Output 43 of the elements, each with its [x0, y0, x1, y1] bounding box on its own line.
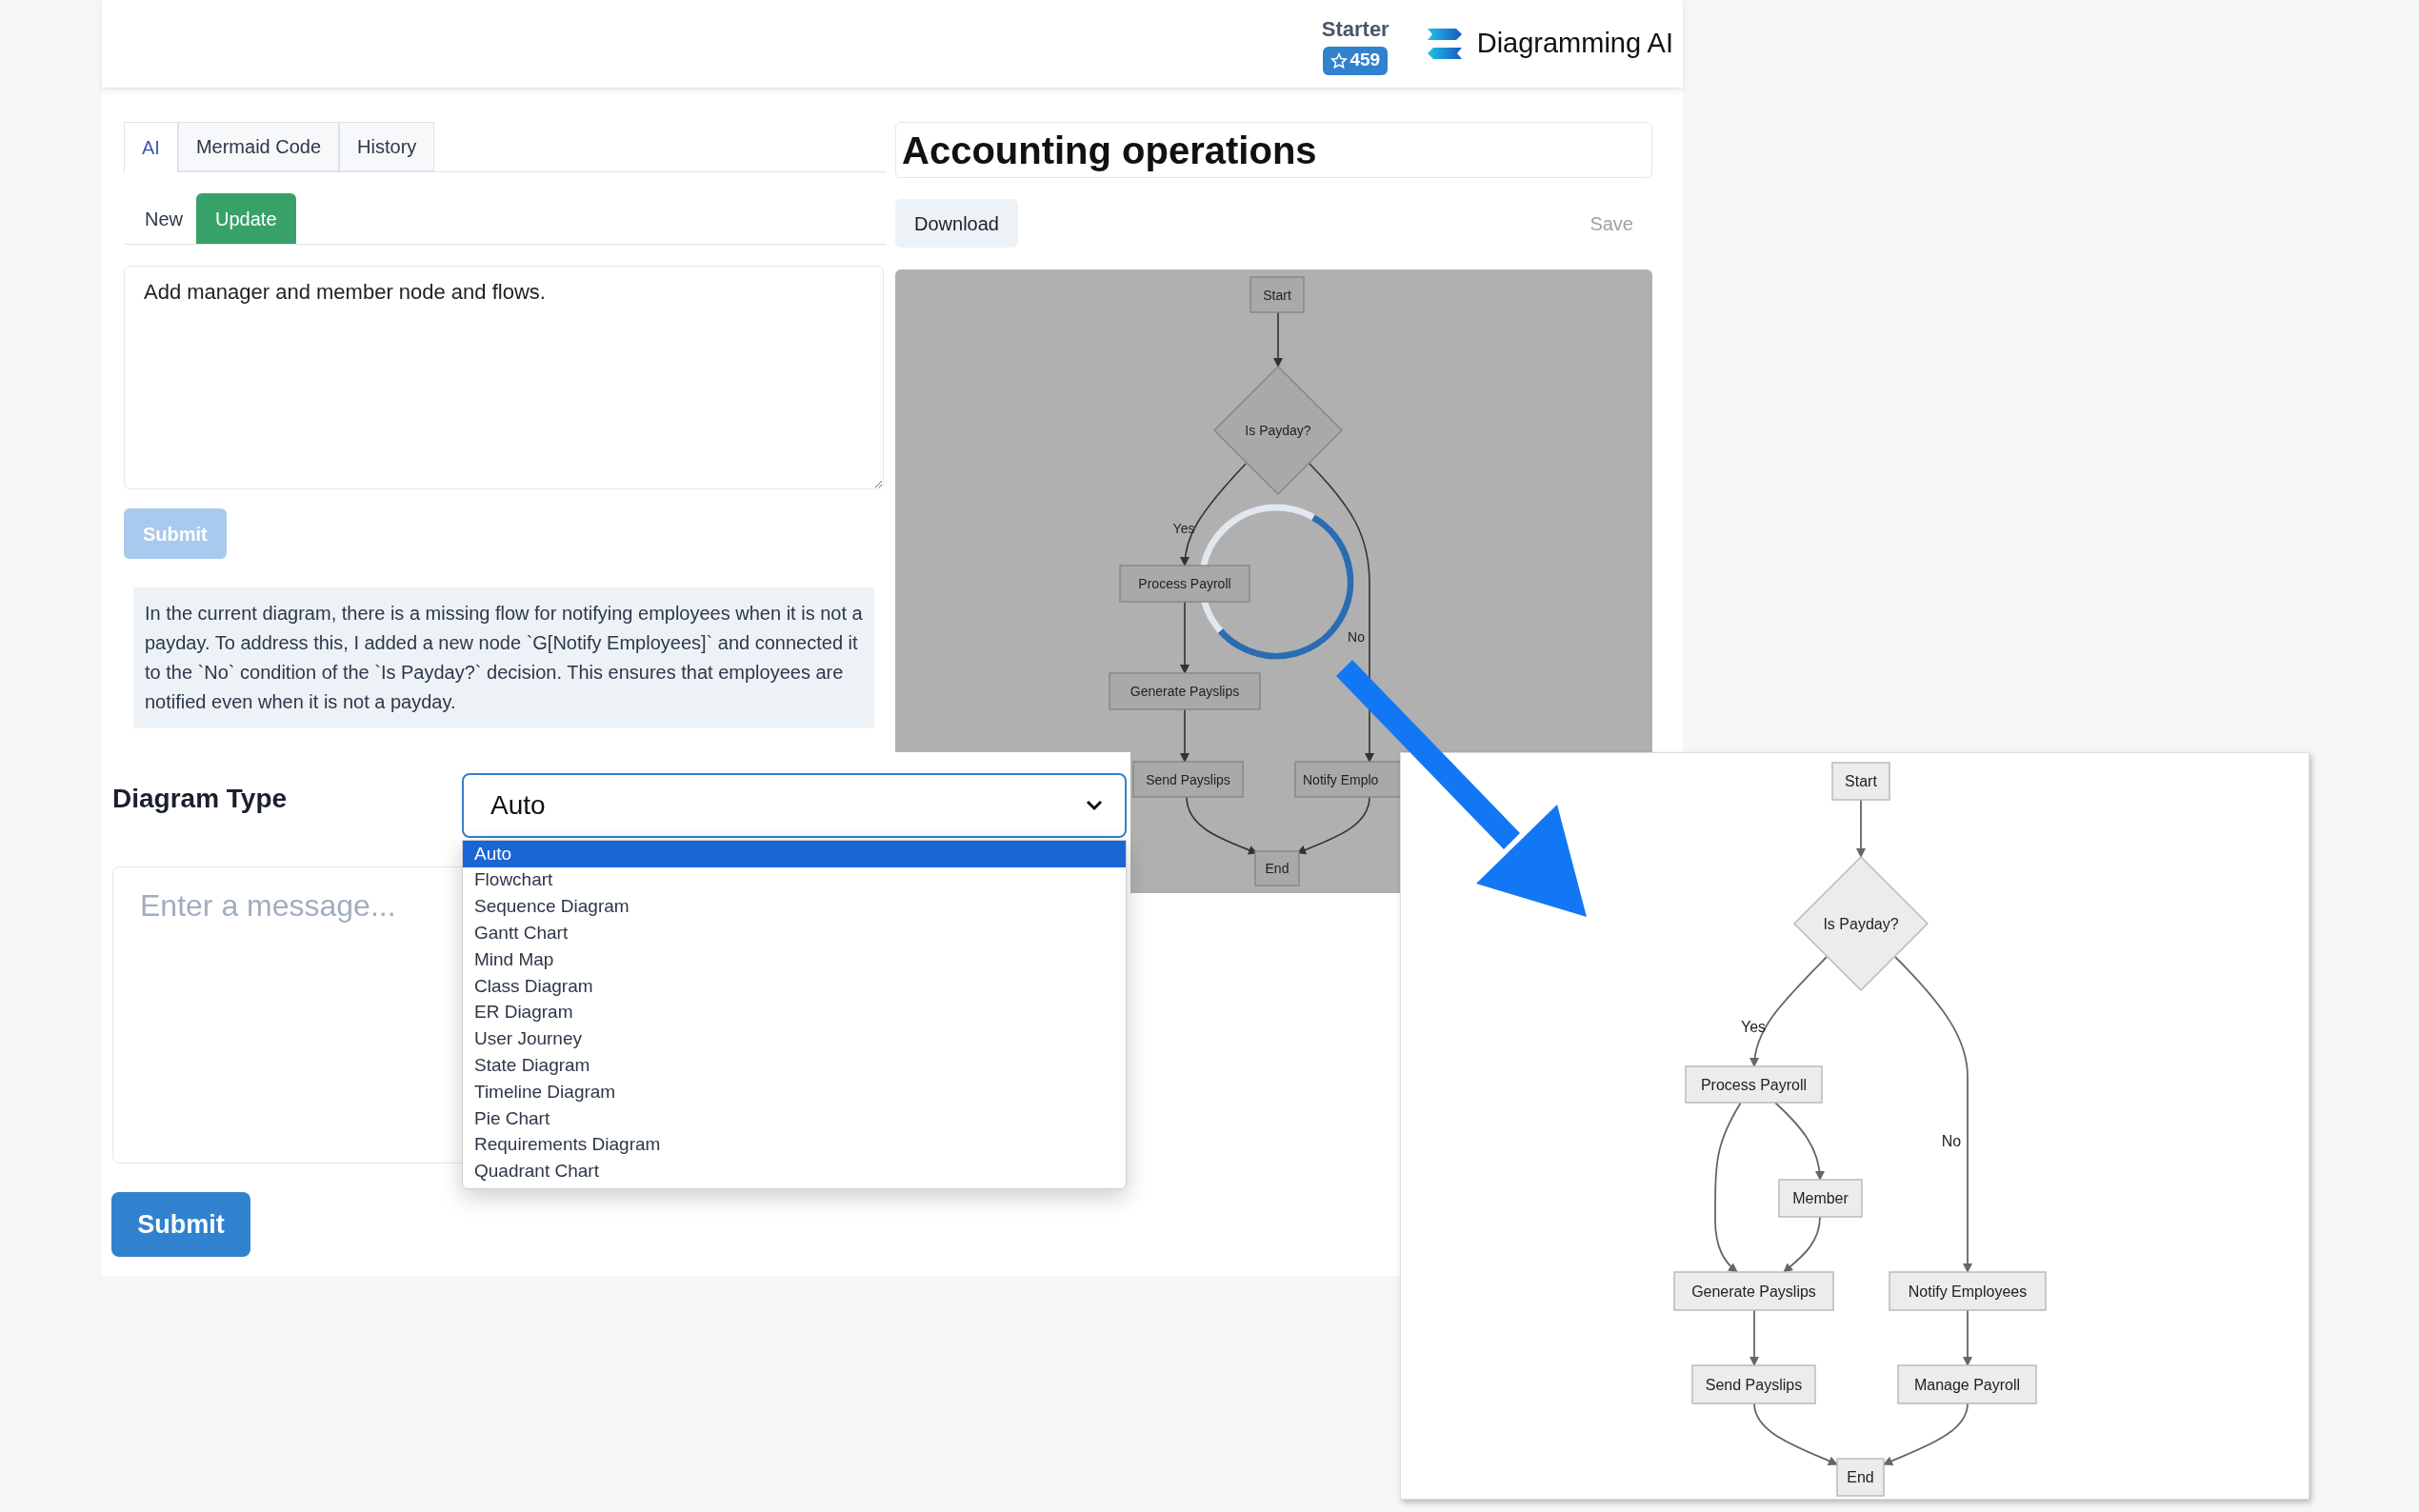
tab[interactable]: Mermaid Code [177, 122, 340, 171]
dropdown-option[interactable]: Auto [463, 841, 1126, 867]
edge-label: No [1348, 629, 1365, 645]
logo-icon [1425, 26, 1464, 62]
terminal-node: Start [1831, 762, 1890, 801]
edge-label: Yes [1740, 1018, 1767, 1035]
terminal-node: Start [1249, 276, 1305, 313]
diagram-type-select[interactable]: Auto [462, 773, 1127, 838]
process-node: Member [1778, 1179, 1863, 1218]
diagram-type-label: Diagram Type [112, 784, 288, 813]
process-node: Generate Payslips [1109, 672, 1261, 710]
decision-node: Is Payday? [1792, 855, 1929, 992]
mode-tab[interactable]: New [131, 193, 196, 244]
decision-node: Is Payday? [1212, 365, 1344, 496]
edge-label: No [1941, 1132, 1962, 1149]
process-node: Process Payroll [1119, 565, 1250, 603]
process-node: Send Payslips [1691, 1364, 1816, 1404]
explanation-text: In the current diagram, there is a missing flow for notifying employees when it is not a payday. To address this, I added a new node `G[Notify Employees]` and connected it to the `No` condition of the `Is Payday?` decision. This ensures that employees are notified even when it is not a payday. [133, 587, 874, 728]
connector-arrow [1856, 799, 1866, 858]
process-node: Generate Payslips [1673, 1271, 1834, 1311]
connector-arrow [1963, 1309, 1972, 1366]
stars-badge: 459 [1323, 46, 1389, 75]
connector-arrow [1180, 708, 1190, 763]
terminal-node: End [1836, 1458, 1885, 1497]
chevron-down-icon [1085, 799, 1104, 812]
download-button[interactable]: Download [895, 199, 1018, 248]
brand-name: Diagramming AI [1476, 27, 1673, 61]
connector-arrow [1749, 1309, 1759, 1366]
tab[interactable]: History [339, 122, 435, 171]
terminal-node: End [1254, 850, 1300, 886]
diagram-title: Accounting operations [895, 122, 1652, 178]
process-node: Process Payroll [1685, 1065, 1823, 1104]
star-icon [1330, 51, 1349, 70]
process-node: Notify Employees [1889, 1271, 2047, 1311]
prompt-field[interactable]: Add manager and member node and flows. [124, 266, 884, 489]
connector-arrow [1783, 1216, 1821, 1273]
tab[interactable]: AI [124, 122, 178, 172]
edge-label: Yes [1172, 521, 1195, 536]
process-node: Send Payslips [1132, 761, 1244, 798]
submit-button[interactable]: Submit [111, 1192, 250, 1257]
plan-label: Starter [1321, 15, 1389, 43]
connector-arrow [1273, 311, 1283, 368]
process-node: Manage Payroll [1897, 1364, 2037, 1404]
